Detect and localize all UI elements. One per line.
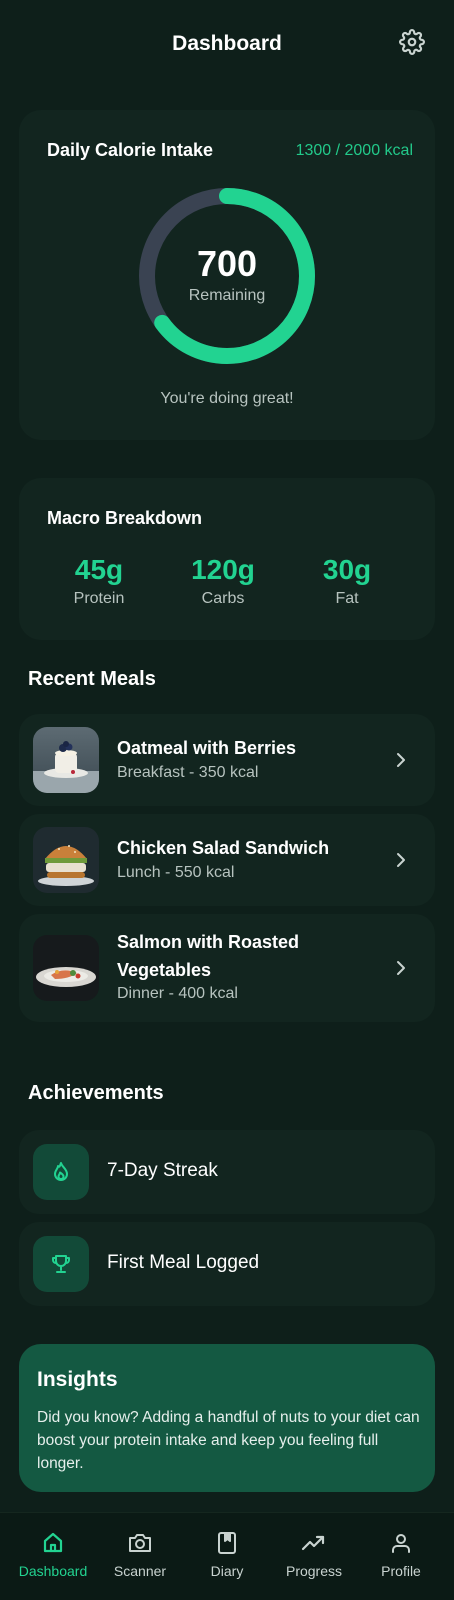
meal-image: [33, 935, 99, 1001]
achievement-first-meal-logged: First Meal Logged: [19, 1222, 435, 1306]
chevron-right-icon: [397, 853, 405, 867]
nav-label: Dashboard: [18, 1563, 88, 1579]
trophy-icon: [52, 1255, 70, 1273]
achievement-icon-badge: [33, 1236, 89, 1292]
macro-protein: 45g Protein: [39, 554, 159, 608]
meal-image: [33, 827, 99, 893]
remaining-value: 700: [196, 243, 258, 284]
insights-card: Insights Did you know? Adding a handful …: [19, 1344, 435, 1492]
meal-item-oatmeal[interactable]: Oatmeal with Berries Breakfast - 350 kca…: [19, 714, 435, 806]
macro-value: 45g: [74, 554, 124, 585]
chevron-right-icon: [397, 753, 405, 767]
trending-up-icon: [301, 1535, 325, 1551]
recent-meals-heading: Recent Meals: [28, 668, 156, 690]
app-header: Dashboard: [0, 0, 454, 92]
camera-icon: [129, 1534, 151, 1552]
book-icon: [218, 1532, 236, 1554]
meal-image: [33, 727, 99, 793]
encouragement-message: You're doing great!: [160, 390, 294, 407]
remaining-label: Remaining: [188, 287, 266, 304]
calorie-progress-ring: 700 Remaining: [135, 184, 319, 368]
macro-value: 120g: [191, 554, 255, 585]
nav-item-diary[interactable]: Diary: [182, 1529, 272, 1579]
macro-label: Carbs: [201, 590, 245, 607]
meal-name: Oatmeal with Berries: [117, 738, 297, 758]
page-title: Dashboard: [172, 32, 282, 55]
macro-card-title: Macro Breakdown: [47, 508, 203, 528]
meal-detail: Dinner - 400 kcal: [117, 985, 238, 1002]
settings-button[interactable]: [396, 26, 428, 58]
meal-name: Salmon with Roasted Vegetables: [117, 932, 300, 980]
gear-icon: [399, 29, 425, 55]
macro-fat: 30g Fat: [287, 554, 407, 608]
achievement-icon-badge: [33, 1144, 89, 1200]
nav-item-dashboard[interactable]: Dashboard: [8, 1529, 98, 1579]
macro-carbs: 120g Carbs: [163, 554, 283, 608]
home-icon: [43, 1532, 63, 1553]
chevron-right-icon: [397, 961, 405, 975]
meal-name: Chicken Salad Sandwich: [117, 838, 330, 858]
nav-label: Profile: [381, 1563, 421, 1579]
nav-label: Scanner: [113, 1563, 167, 1579]
user-icon: [392, 1534, 410, 1553]
nav-label: Diary: [210, 1563, 244, 1579]
achievement-seven-day-streak: 7-Day Streak: [19, 1130, 435, 1214]
calorie-card: Daily Calorie Intake 1300 / 2000 kcal 70…: [19, 110, 435, 440]
meal-detail: Breakfast - 350 kcal: [117, 764, 259, 781]
calorie-card-title: Daily Calorie Intake: [47, 140, 214, 160]
insights-text: Did you know? Adding a handful of nuts t…: [37, 1409, 420, 1472]
meal-detail: Lunch - 550 kcal: [117, 864, 235, 881]
dashboard-screen: Dashboard Daily Calorie Intake 1300 / 20…: [0, 0, 454, 1600]
macro-card: Macro Breakdown 45g Protein 120g Carbs 3…: [19, 478, 435, 640]
achievements-heading: Achievements: [28, 1082, 164, 1104]
nav-item-scanner[interactable]: Scanner: [95, 1529, 185, 1579]
achievement-label: 7-Day Streak: [107, 1160, 218, 1181]
macro-label: Protein: [73, 590, 125, 607]
nav-label: Progress: [285, 1563, 343, 1579]
macro-value: 30g: [322, 554, 372, 585]
calorie-summary: 1300 / 2000 kcal: [295, 142, 413, 159]
bottom-navigation: Dashboard Scanner Diary Progress Profile: [0, 1512, 454, 1600]
nav-item-progress[interactable]: Progress: [269, 1529, 359, 1579]
flame-icon: [54, 1162, 68, 1181]
nav-item-profile[interactable]: Profile: [356, 1529, 446, 1579]
macro-label: Fat: [335, 590, 359, 607]
meal-item-chicken-sandwich[interactable]: Chicken Salad Sandwich Lunch - 550 kcal: [19, 814, 435, 906]
achievement-label: First Meal Logged: [107, 1252, 260, 1273]
insights-title: Insights: [37, 1368, 118, 1391]
meal-item-salmon[interactable]: Salmon with Roasted Vegetables Dinner - …: [19, 914, 435, 1022]
